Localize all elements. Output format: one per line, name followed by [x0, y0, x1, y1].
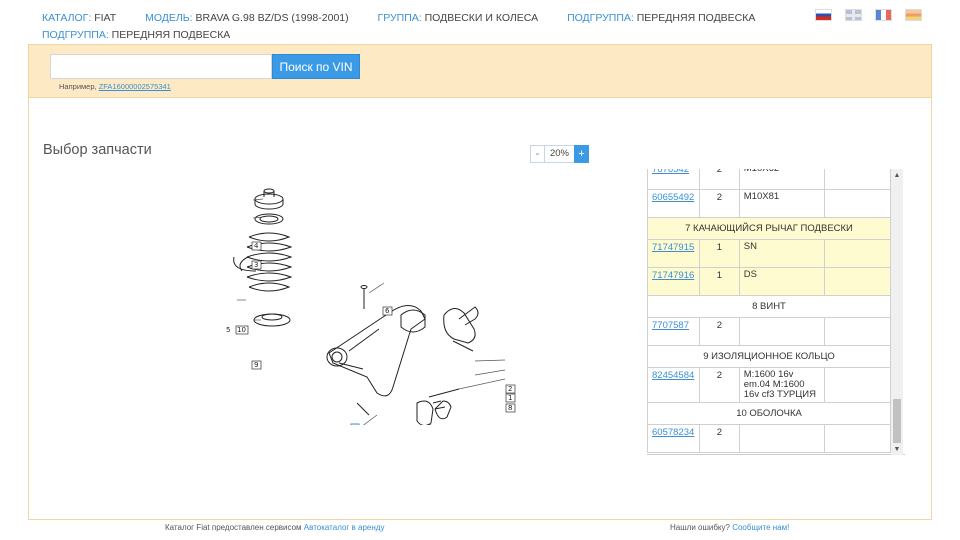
part-qty: 2 — [698, 424, 740, 453]
part-qty: 2 — [698, 317, 740, 346]
breadcrumb-catalog[interactable]: КАТАЛОГ: FIAT — [42, 10, 116, 27]
catalog-panel: Поиск по VIN Например, ZFA16000002575341… — [28, 44, 932, 520]
breadcrumb-subgroup-2[interactable]: ПОДГРУППА: ПЕРЕДНЯЯ ПОДВЕСКА — [42, 27, 230, 44]
parts-group-header: 8 ВИНТ — [647, 295, 891, 318]
vin-search-bar: Поиск по VIN Например, ZFA16000002575341 — [29, 45, 931, 98]
parts-row: 71747915 1 SN — [647, 239, 891, 268]
part-note — [738, 424, 826, 453]
vin-search-button[interactable]: Поиск по VIN — [272, 54, 360, 79]
breadcrumb-group[interactable]: ГРУППА: ПОДВЕСКИ И КОЛЕСА — [378, 10, 539, 27]
ru-flag-icon[interactable] — [815, 9, 832, 21]
fr-flag-icon[interactable] — [875, 9, 892, 21]
footer-right: Нашли ошибку? Сообщите нам! — [670, 523, 790, 532]
part-number-link[interactable]: 71747916 — [652, 270, 694, 281]
zoom-out-button[interactable]: - — [530, 145, 545, 163]
part-number-link[interactable]: 71747915 — [652, 242, 694, 253]
part-number-link[interactable]: 82454584 — [652, 370, 694, 381]
vin-input[interactable] — [50, 54, 272, 79]
part-number-link[interactable]: 7676542 — [652, 169, 689, 175]
part-qty: 1 — [698, 267, 740, 296]
breadcrumb-model[interactable]: МОДЕЛЬ: BRAVA G.98 BZ/DS (1998-2001) — [145, 10, 349, 27]
part-number-link[interactable]: 60578234 — [652, 427, 694, 438]
vin-hint: Например, ZFA16000002575341 — [59, 82, 171, 91]
zoom-level: 20% — [545, 145, 574, 163]
zoom-control: - 20% + — [530, 145, 589, 163]
parts-group-header: 9 ИЗОЛЯЦИОННОЕ КОЛЬЦО — [647, 345, 891, 368]
callout-label-10: 10 — [237, 326, 246, 334]
callout-label-6: 6 — [385, 307, 390, 315]
part-note — [738, 317, 826, 346]
scroll-up-arrow-icon[interactable]: ▲ — [891, 171, 903, 181]
parts-row: 7707587 2 — [647, 317, 891, 346]
de-flag-icon[interactable] — [905, 9, 922, 21]
parts-row: 71747916 1 DS — [647, 267, 891, 296]
footer-report-link[interactable]: Сообщите нам! — [732, 523, 789, 532]
part-note: M10X62 — [738, 169, 826, 190]
part-qty: 1 — [698, 239, 740, 268]
parts-row: 60655492 2 M10X81 — [647, 189, 891, 218]
part-number-link[interactable]: 7707587 — [652, 320, 689, 331]
part-note: M:1600 16v em.04 M:1600 16v cf3 ТУРЦИЯ — [738, 367, 826, 403]
gb-flag-icon[interactable] — [845, 9, 862, 21]
parts-diagram[interactable]: 4 3 10 5 9 6 7 2 1 8 — [189, 175, 529, 425]
callout-label-5: 5 — [226, 326, 230, 334]
zoom-in-button[interactable]: + — [574, 145, 589, 163]
breadcrumb: КАТАЛОГ: FIAT МОДЕЛЬ: BRAVA G.98 BZ/DS (… — [42, 10, 802, 44]
parts-table-container: 76765422M10X62606554922M10X817 КАЧАЮЩИЙС… — [647, 169, 905, 455]
part-number-link[interactable]: 60655492 — [652, 192, 694, 203]
callout-label-3: 3 — [254, 261, 258, 269]
parts-row: 7676542 2M10X62 — [647, 169, 891, 190]
language-switcher — [815, 9, 922, 21]
part-qty: 2 — [698, 169, 740, 190]
callout-label-1: 1 — [508, 394, 512, 402]
footer-rent-link[interactable]: Автокаталог в аренду — [304, 523, 385, 532]
table-scrollbar[interactable]: ▲ ▼ — [891, 169, 903, 455]
callout-label-9: 9 — [254, 361, 258, 369]
parts-row: 82454584 2 M:1600 16v em.04 M:1600 16v cf3… — [647, 367, 891, 403]
callout-label-2: 2 — [508, 385, 512, 393]
parts-group-header: 7 КАЧАЮЩИЙСЯ РЫЧАГ ПОДВЕСКИ — [647, 217, 891, 240]
part-qty: 2 — [698, 367, 740, 403]
scrollbar-thumb[interactable] — [893, 399, 901, 443]
vin-example-link[interactable]: ZFA16000002575341 — [99, 82, 171, 91]
part-qty: 2 — [698, 189, 740, 218]
page-title: Выбор запчасти — [43, 142, 152, 158]
part-note: SN — [738, 239, 826, 268]
callout-label-4: 4 — [254, 242, 259, 250]
footer-left: Каталог Fiat предоставлен сервисом Авток… — [165, 523, 385, 532]
callout-label-7: 7 — [353, 424, 357, 425]
part-note: M10X81 — [738, 189, 826, 218]
part-note: DS — [738, 267, 826, 296]
scroll-down-arrow-icon[interactable]: ▼ — [891, 445, 903, 455]
callout-label-8: 8 — [508, 404, 512, 412]
parts-table: 76765422M10X62606554922M10X817 КАЧАЮЩИЙС… — [647, 169, 891, 453]
breadcrumb-subgroup[interactable]: ПОДГРУППА: ПЕРЕДНЯЯ ПОДВЕСКА — [567, 10, 755, 27]
parts-group-header: 10 ОБОЛОЧКА — [647, 402, 891, 425]
parts-row: 60578234 2 — [647, 424, 891, 453]
